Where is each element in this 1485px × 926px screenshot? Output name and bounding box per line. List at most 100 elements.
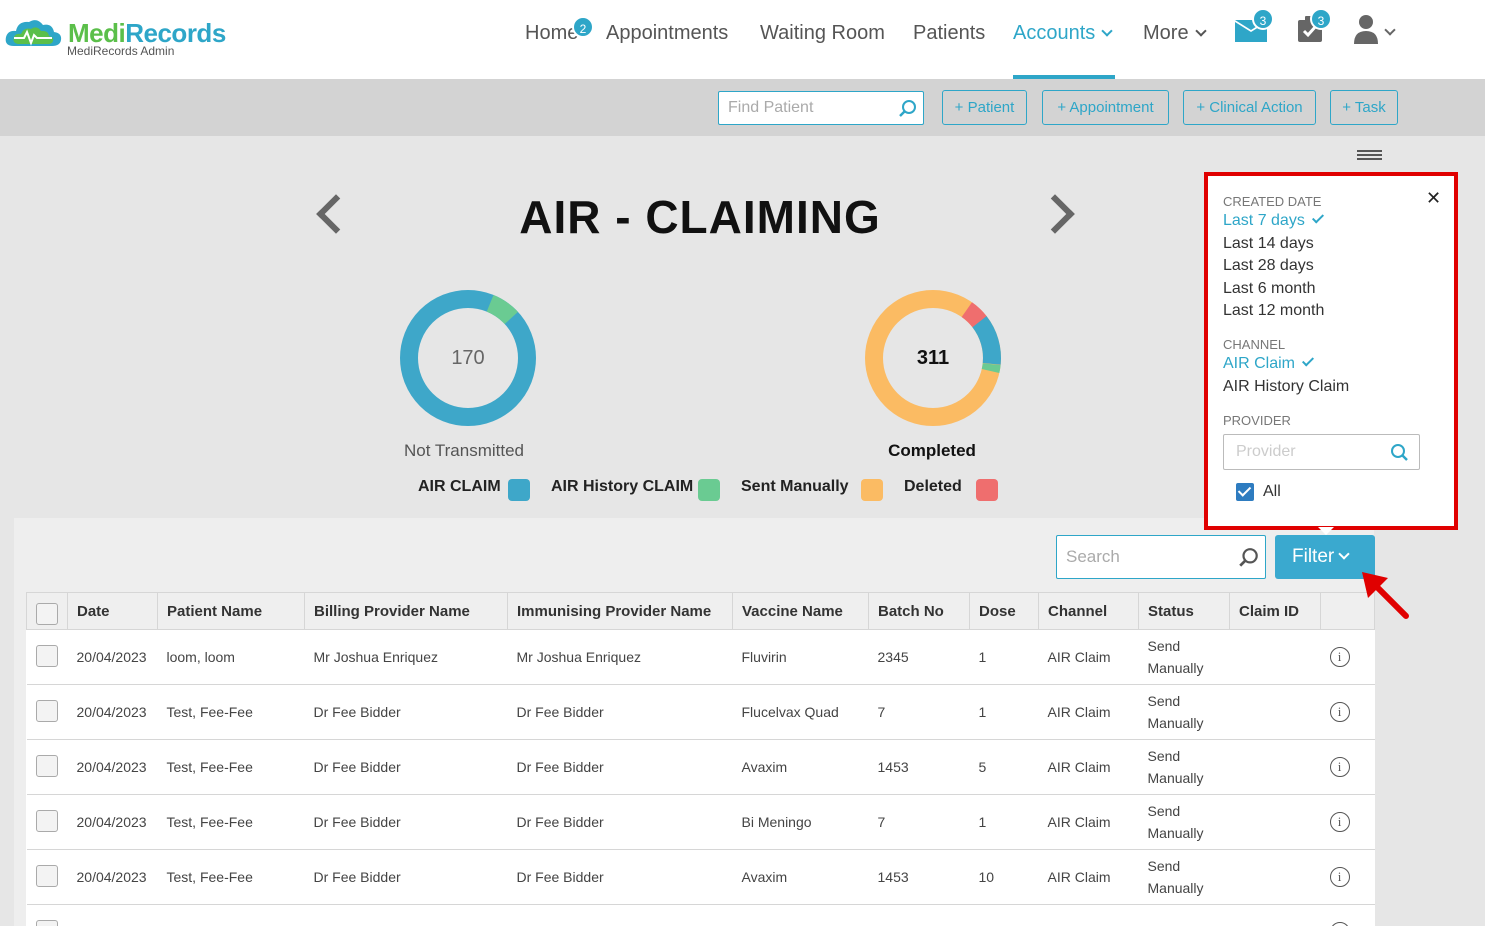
cell-claim-id <box>1229 684 1321 740</box>
search-icon[interactable] <box>1238 547 1260 569</box>
row-checkbox[interactable] <box>35 864 58 887</box>
header-billing-provider[interactable]: Billing Provider Name <box>304 592 508 630</box>
next-arrow-icon[interactable] <box>1035 194 1075 234</box>
cell-date: 20/04/2023 <box>67 849 158 905</box>
cell-status: Send Manually <box>1138 739 1230 795</box>
hamburger-menu-icon[interactable] <box>1357 150 1382 160</box>
option-air-history-claim[interactable]: AIR History Claim <box>1223 378 1349 396</box>
row-checkbox[interactable] <box>35 754 58 777</box>
messages-badge: 3 <box>1252 8 1274 30</box>
row-actions-cell: i <box>1320 684 1375 740</box>
top-navbar: MediRecords MediRecords Admin Home 2 App… <box>0 0 1485 79</box>
header-dose[interactable]: Dose <box>969 592 1039 630</box>
close-icon[interactable]: ✕ <box>1426 188 1441 209</box>
cell-immunising-provider <box>507 904 733 926</box>
row-actions-cell: i <box>1320 904 1375 926</box>
chevron-down-icon <box>1101 25 1113 37</box>
home-notification-badge: 2 <box>572 16 594 38</box>
row-checkbox[interactable] <box>35 699 58 722</box>
cell-date: 20/04/2023 <box>67 794 158 850</box>
add-task-button[interactable]: + Task <box>1330 90 1398 125</box>
cell-date: 20/04/2023 <box>67 739 158 795</box>
nav-home[interactable]: Home <box>525 22 578 45</box>
cell-vaccine-name: Avaxim <box>732 739 869 795</box>
header-vaccine-name[interactable]: Vaccine Name <box>732 592 869 630</box>
nav-appointments[interactable]: Appointments <box>606 22 728 45</box>
header-batch-no[interactable]: Batch No <box>868 592 970 630</box>
not-transmitted-label: Not Transmitted <box>404 441 524 460</box>
info-icon[interactable]: i <box>1329 867 1350 887</box>
nav-waiting-room[interactable]: Waiting Room <box>760 22 885 45</box>
info-icon[interactable]: i <box>1329 757 1350 777</box>
cell-status: Send Manually <box>1138 629 1230 685</box>
add-clinical-action-button[interactable]: + Clinical Action <box>1183 90 1316 125</box>
header-status[interactable]: Status <box>1138 592 1230 630</box>
cell-claim-id <box>1229 629 1321 685</box>
option-last-12-month[interactable]: Last 12 month <box>1223 302 1324 320</box>
table-row[interactable]: 20/04/2023 loom, loom Mr Joshua Enriquez Mr… <box>26 629 1375 685</box>
search-icon[interactable] <box>1389 443 1409 463</box>
info-icon[interactable]: i <box>1329 647 1350 667</box>
cell-patient-name: Test, Fee-Fee <box>157 794 305 850</box>
row-select-cell <box>26 849 68 905</box>
table-row[interactable]: AstraZeneca Send i <box>26 904 1375 926</box>
cloud-logo-icon <box>5 20 62 46</box>
user-menu-chevron-icon[interactable] <box>1384 24 1396 36</box>
option-last-14-days[interactable]: Last 14 days <box>1223 235 1314 253</box>
completed-label: Completed <box>888 441 976 460</box>
cell-claim-id <box>1229 739 1321 795</box>
cell-vaccine-name: Bi Meningo <box>732 794 869 850</box>
user-avatar-icon[interactable] <box>1353 14 1379 44</box>
add-patient-button[interactable]: + Patient <box>942 90 1027 125</box>
header-date[interactable]: Date <box>67 592 158 630</box>
option-last-28-days[interactable]: Last 28 days <box>1223 257 1314 275</box>
search-icon[interactable] <box>898 99 918 119</box>
nav-accounts[interactable]: Accounts <box>1013 22 1113 45</box>
red-pointer-arrow-icon <box>1362 572 1409 619</box>
legend-air-history-claim: AIR History CLAIM <box>551 478 694 495</box>
row-checkbox[interactable] <box>35 919 58 926</box>
cell-batch-no: 1453 <box>868 849 970 905</box>
header-claim-id[interactable]: Claim ID <box>1229 592 1321 630</box>
header-patient-name[interactable]: Patient Name <box>157 592 305 630</box>
table-row[interactable]: 20/04/2023 Test, Fee-Fee Dr Fee Bidder Dr F… <box>26 794 1375 850</box>
info-icon[interactable]: i <box>1329 922 1350 926</box>
cell-billing-provider: Mr Joshua Enriquez <box>304 629 508 685</box>
add-appointment-button[interactable]: + Appointment <box>1042 90 1169 125</box>
header-channel[interactable]: Channel <box>1038 592 1139 630</box>
info-icon[interactable]: i <box>1329 702 1350 722</box>
table-header-row: Date Patient Name Billing Provider Name … <box>26 592 1375 630</box>
option-air-claim[interactable]: AIR Claim <box>1223 354 1315 373</box>
info-icon[interactable]: i <box>1329 812 1350 832</box>
option-last-7-days[interactable]: Last 7 days <box>1223 211 1324 230</box>
table-search-input[interactable]: Search <box>1056 535 1266 579</box>
cell-batch-no: 2345 <box>868 629 970 685</box>
medirecords-logo[interactable]: MediRecords MediRecords Admin <box>4 14 234 60</box>
cell-claim-id <box>1229 794 1321 850</box>
cell-billing-provider: Dr Fee Bidder <box>304 739 508 795</box>
row-checkbox[interactable] <box>35 644 58 667</box>
select-all-checkbox[interactable] <box>36 603 58 625</box>
previous-arrow-icon[interactable] <box>316 194 356 234</box>
legend-swatch-air-history-claim <box>698 479 720 501</box>
row-checkbox[interactable] <box>35 809 58 832</box>
channel-heading: CHANNEL <box>1223 337 1286 352</box>
option-last-6-month[interactable]: Last 6 month <box>1223 280 1316 298</box>
table-row[interactable]: 20/04/2023 Test, Fee-Fee Dr Fee Bidder Dr F… <box>26 849 1375 905</box>
checkmark-icon <box>1311 211 1324 224</box>
nav-patients[interactable]: Patients <box>913 22 985 45</box>
legend-swatch-air-claim <box>508 479 530 501</box>
table-row[interactable]: 20/04/2023 Test, Fee-Fee Dr Fee Bidder Dr F… <box>26 684 1375 740</box>
nav-more[interactable]: More <box>1143 22 1207 45</box>
row-actions-cell: i <box>1320 849 1375 905</box>
cell-patient-name: Test, Fee-Fee <box>157 684 305 740</box>
provider-search-input[interactable]: Provider <box>1223 434 1420 470</box>
table-row[interactable]: 20/04/2023 Test, Fee-Fee Dr Fee Bidder Dr F… <box>26 739 1375 795</box>
all-providers-checkbox[interactable] <box>1236 483 1254 501</box>
cell-patient-name <box>157 904 305 926</box>
header-immunising-provider[interactable]: Immunising Provider Name <box>507 592 733 630</box>
nav-more-label: More <box>1143 22 1189 44</box>
chevron-down-icon <box>1194 25 1207 37</box>
page-title: AIR - CLAIMING <box>519 191 881 243</box>
find-patient-input[interactable]: Find Patient <box>718 91 924 125</box>
